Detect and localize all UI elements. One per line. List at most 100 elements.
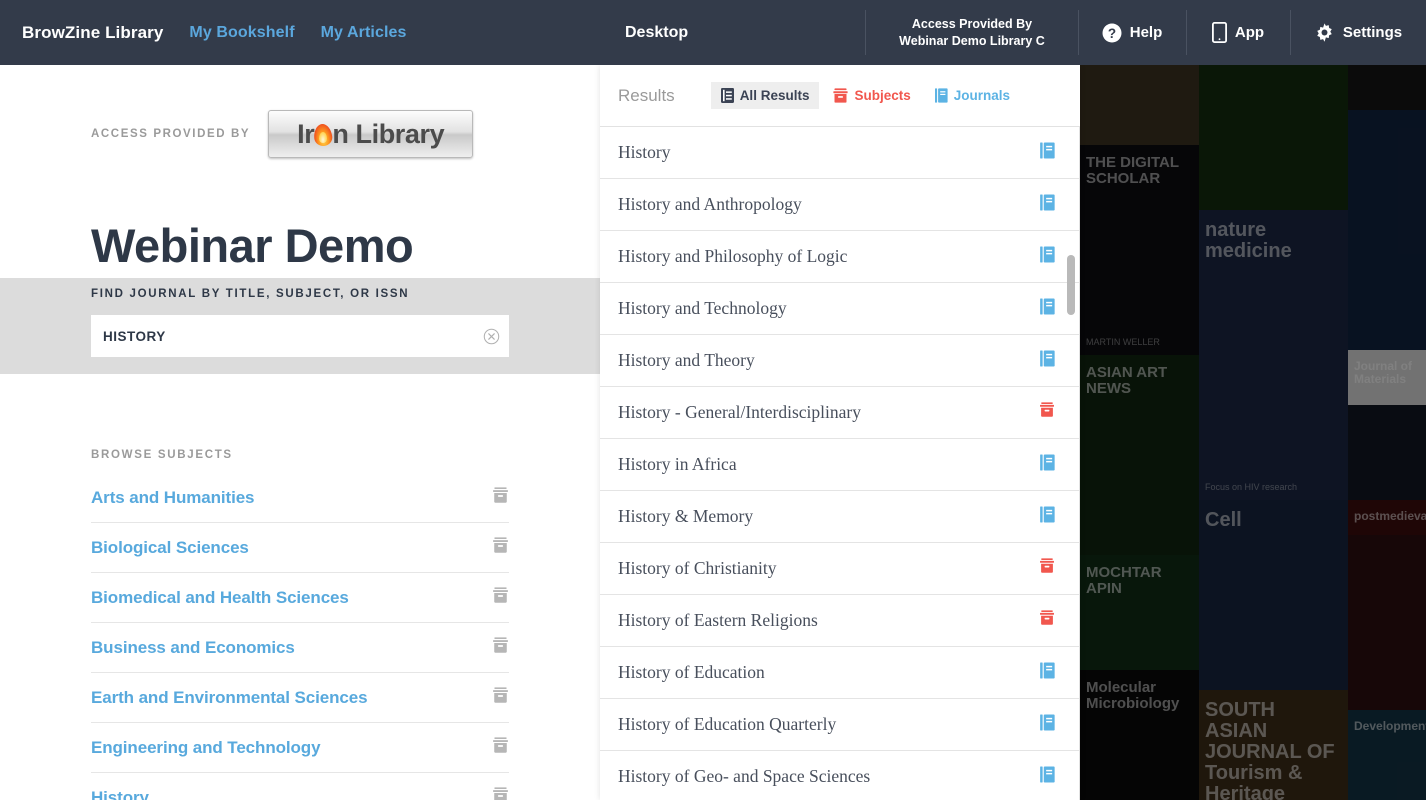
result-row[interactable]: History of Geo- and Space Sciences (600, 751, 1079, 800)
svg-text:?: ? (1108, 26, 1116, 41)
result-label: History of Eastern Religions (618, 610, 818, 630)
result-label: History of Education (618, 662, 765, 682)
access-provided-row: ACCESS PROVIDED BY Ir n Library (91, 110, 474, 158)
gear-icon (1314, 22, 1335, 43)
journal-result-icon (1040, 193, 1055, 216)
cover-dim-overlay (1199, 210, 1348, 500)
subject-row[interactable]: History (91, 773, 509, 800)
journal-cover: Cell (1199, 500, 1348, 690)
journal-cover: nature medicine Focus on HIV research (1199, 210, 1348, 500)
subject-row[interactable]: Biomedical and Health Sciences (91, 573, 509, 623)
cover-dim-overlay (1348, 110, 1426, 350)
journal-cover: postmedieval (1348, 500, 1426, 535)
result-row[interactable]: History and Technology (600, 283, 1079, 335)
journal-result-icon (1040, 713, 1055, 736)
result-row[interactable]: History of Eastern Religions (600, 595, 1079, 647)
journal-result-icon (1040, 453, 1055, 476)
results-header: Results All Results Subjects Journals (600, 65, 1080, 127)
journal-result-icon (1040, 297, 1055, 320)
journal-cover (1348, 65, 1426, 110)
iron-library-logo-text: Ir n Library (297, 118, 445, 150)
find-journal-label: FIND JOURNAL BY TITLE, SUBJECT, OR ISSN (91, 288, 410, 300)
journal-cover: SOUTH ASIAN JOURNAL OF Tourism & Heritag… (1199, 690, 1348, 800)
result-label: History and Philosophy of Logic (618, 246, 848, 266)
subject-row[interactable]: Earth and Environmental Sciences (91, 673, 509, 723)
result-label: History in Africa (618, 454, 737, 474)
result-row[interactable]: History (600, 127, 1079, 179)
filter-subjects[interactable]: Subjects (823, 82, 920, 109)
subject-row[interactable]: Biological Sciences (91, 523, 509, 573)
search-results-panel: Results All Results Subjects Journals Hi… (600, 65, 1080, 800)
result-row[interactable]: History & Memory (600, 491, 1079, 543)
results-filter-tabs: All Results Subjects Journals (710, 82, 1020, 109)
journal-cover (1199, 65, 1348, 210)
cover-dim-overlay (1080, 65, 1199, 145)
nav-link-my-bookshelf[interactable]: My Bookshelf (189, 24, 294, 42)
result-row[interactable]: History of Christianity (600, 543, 1079, 595)
cover-dim-overlay (1348, 350, 1426, 405)
journal-cover: Development (1348, 710, 1426, 800)
result-row[interactable]: History of Education (600, 647, 1079, 699)
result-row[interactable]: History and Anthropology (600, 179, 1079, 231)
subject-drawer-icon (492, 486, 509, 509)
cover-dim-overlay (1199, 65, 1348, 210)
nav-desktop-label[interactable]: Desktop (625, 0, 688, 65)
result-label: History & Memory (618, 506, 754, 526)
logo-text-after: n Library (332, 118, 445, 149)
help-button[interactable]: ? Help (1078, 0, 1186, 65)
result-row[interactable]: History and Philosophy of Logic (600, 231, 1079, 283)
subject-drawer-icon (492, 536, 509, 559)
results-scrollbar-track[interactable] (1067, 127, 1078, 800)
subject-drawer-icon (492, 736, 509, 759)
result-row[interactable]: History - General/Interdisciplinary (600, 387, 1079, 439)
subject-drawer-icon (492, 686, 509, 709)
cover-dim-overlay (1348, 535, 1426, 710)
subject-label: History (91, 787, 149, 800)
clear-search-icon[interactable] (474, 328, 508, 345)
cover-dim-overlay (1348, 500, 1426, 535)
subject-label: Biological Sciences (91, 537, 249, 557)
search-input[interactable] (92, 328, 474, 344)
result-row[interactable]: History in Africa (600, 439, 1079, 491)
browse-subjects-list: Arts and Humanities Biological Sciences Bi… (91, 473, 509, 800)
journal-cover: Molecular Microbiology (1080, 670, 1199, 800)
app-brand-title[interactable]: BrowZine Library (22, 23, 163, 43)
result-label: History (618, 142, 671, 162)
access-provided-label: ACCESS PROVIDED BY (91, 128, 251, 140)
journal-result-icon (1040, 505, 1055, 528)
cover-dim-overlay (1199, 690, 1348, 800)
cover-dim-overlay (1199, 500, 1348, 690)
subject-row[interactable]: Business and Economics (91, 623, 509, 673)
cover-dim-overlay (1348, 710, 1426, 800)
journal-cover (1348, 405, 1426, 500)
filter-all-results[interactable]: All Results (710, 82, 820, 109)
nav-left-group: BrowZine Library My Bookshelf My Article… (0, 0, 407, 65)
journal-cover (1348, 110, 1426, 350)
subject-box-icon (833, 88, 849, 103)
subject-label: Arts and Humanities (91, 487, 255, 507)
settings-button[interactable]: Settings (1290, 0, 1426, 65)
cover-column-1: THE DIGITAL SCHOLAR MARTIN WELLER ASIAN AR… (1080, 65, 1199, 800)
result-label: History and Technology (618, 298, 787, 318)
browse-subjects-label: BROWSE SUBJECTS (91, 449, 233, 461)
cover-dim-overlay (1080, 555, 1199, 670)
result-row[interactable]: History of Education Quarterly (600, 699, 1079, 751)
subject-row[interactable]: Engineering and Technology (91, 723, 509, 773)
journal-result-icon (1040, 349, 1055, 372)
filter-journals-label: Journals (953, 88, 1011, 103)
nav-link-my-articles[interactable]: My Articles (321, 24, 407, 42)
results-scrollbar-thumb[interactable] (1067, 255, 1075, 315)
filter-journals[interactable]: Journals (925, 82, 1020, 109)
search-box[interactable] (91, 315, 509, 357)
subject-label: Biomedical and Health Sciences (91, 587, 349, 607)
app-button[interactable]: App (1186, 0, 1290, 65)
subject-row[interactable]: Arts and Humanities (91, 473, 509, 523)
iron-library-logo: Ir n Library (268, 110, 474, 158)
result-label: History of Geo- and Space Sciences (618, 766, 871, 786)
journal-result-icon (1040, 245, 1055, 268)
result-label: History and Theory (618, 350, 755, 370)
subject-label: Business and Economics (91, 637, 295, 657)
logo-text-before: Ir (297, 118, 315, 149)
cover-column-3: Journal of Materials postmedieval Developm… (1348, 65, 1426, 800)
result-row[interactable]: History and Theory (600, 335, 1079, 387)
